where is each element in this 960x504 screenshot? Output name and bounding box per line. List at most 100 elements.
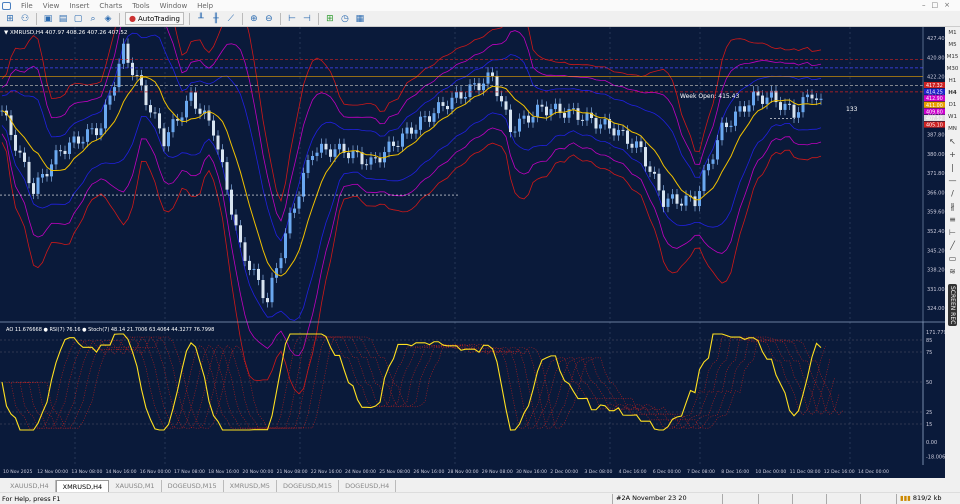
candle-body [504,101,508,110]
menu-tools[interactable]: Tools [132,2,149,10]
indicators-icon[interactable]: ⊞ [324,13,336,25]
templates-icon[interactable]: ▦ [354,13,366,25]
timeframe-m30[interactable]: M30 [947,63,959,75]
line-chart-icon[interactable]: ⟋ [225,13,237,25]
candle-body [747,105,751,112]
price-tag-label: 414.25 [926,90,943,96]
autotrading-button[interactable]: ● AutoTrading [125,12,184,25]
chart-tab[interactable]: XAUUSD,M1 [109,480,162,492]
band-lower [1,127,822,357]
time-axis-label: 25 Nov 08:00 [379,469,410,475]
timeframe-m5[interactable]: M5 [948,39,956,51]
price-chart[interactable]: ▼ XMRUSD,H4 407.97 408.26 407.26 407.52 … [0,0,947,478]
menu-file[interactable]: File [21,2,33,10]
price-axis-label: 359.60 [927,210,945,216]
drawing-tool-icon[interactable]: + [949,148,956,161]
market-watch-icon[interactable]: ▣ [42,13,54,25]
candle-body [293,208,296,213]
timeframe-d1[interactable]: D1 [949,99,957,111]
timeframe-m15[interactable]: M15 [947,51,959,63]
menu-view[interactable]: View [43,2,60,10]
chart-shift-icon[interactable]: ⊢ [286,13,298,25]
candle-body [261,279,265,299]
chart-window[interactable]: ▼ XMRUSD,H4 407.97 408.26 407.26 407.52 … [0,0,947,478]
timeframe-h4[interactable]: H4 [948,87,956,99]
candle-body [581,119,584,121]
candle-body [117,63,121,88]
drawing-tool-icon[interactable]: ↖ [949,135,956,148]
bar-chart-icon[interactable]: ╨ [195,13,207,25]
timeframe-w1[interactable]: W1 [948,111,957,123]
drawing-tool-icon[interactable]: / [951,187,954,200]
drawing-tool-icon[interactable]: ▭ [949,252,957,265]
candle-body [819,98,823,100]
price-axis-label: 352.40 [927,229,945,235]
candle-body [477,83,481,91]
chart-tab[interactable]: DOGEUSD,M15 [162,480,224,492]
drawing-tool-icon[interactable]: ≡ [949,213,956,226]
candle-body [666,198,670,207]
menu-help[interactable]: Help [197,2,213,10]
profiles-icon[interactable]: ⚇ [19,13,31,25]
candle-body [594,118,598,129]
candle-body [338,143,341,150]
menu-window[interactable]: Window [160,2,188,10]
candle-body [158,113,161,129]
candle-body [779,102,782,110]
new-chart-icon[interactable]: ⊞ [4,13,16,25]
drawing-tool-icon[interactable]: | [951,161,954,174]
time-axis-label: 11 Dec 08:00 [790,469,821,475]
chart-tab[interactable]: XAUUSD,H4 [4,480,56,492]
timeframe-mn[interactable]: MN [948,123,957,135]
chart-tab[interactable]: DOGEUSD,M15 [277,480,340,492]
candlestick-icon[interactable]: ╫ [210,13,222,25]
drawing-tool-icon[interactable]: ⊢ [949,226,956,239]
drawing-tool-icon[interactable]: ∦ [951,200,955,213]
candle-body [797,112,800,118]
strategy-tester-icon[interactable]: ◈ [102,13,114,25]
data-window-icon[interactable]: ▤ [57,13,69,25]
timeframe-m1[interactable]: M1 [948,27,956,39]
candle-body [554,103,557,110]
chart-tab[interactable]: XMRUSD,H4 [55,480,110,492]
drawing-tool-icon[interactable]: — [949,174,957,187]
menu-charts[interactable]: Charts [99,2,122,10]
candle-body [171,119,175,133]
candle-body [428,116,431,122]
candle-body [410,127,413,134]
candle-body [302,172,305,197]
chart-tab[interactable]: DOGEUSD,H4 [339,480,397,492]
app-icon [2,1,11,10]
zoom-in-icon[interactable]: ⊕ [248,13,260,25]
candle-body [738,106,742,112]
candle-body [104,104,107,129]
candle-body [329,149,332,157]
drawing-tool-icon[interactable]: ╱ [950,239,955,252]
candle-body [396,145,400,147]
price-axis-label: 324.00 [927,306,945,312]
timeframe-h1[interactable]: H1 [949,75,957,87]
terminal-icon[interactable]: ⌕ [87,13,99,25]
navigator-icon[interactable]: ▢ [72,13,84,25]
chart-tab[interactable]: XMRUSD,M5 [224,480,277,492]
price-axis-label: 380.00 [927,152,945,158]
candle-body [59,150,62,152]
menu-insert[interactable]: Insert [69,2,89,10]
chart-info: ▼ XMRUSD,H4 407.97 408.26 407.26 407.52 [4,30,127,36]
candle-body [248,260,251,270]
time-axis-label: 13 Nov 08:00 [71,469,102,475]
time-axis-label: 12 Dec 16:00 [824,469,855,475]
candle-body [513,131,517,133]
autoscroll-icon[interactable]: ⊣ [301,13,313,25]
candle-body [716,140,719,160]
time-axis-label: 10 Dec 00:00 [755,469,786,475]
candle-body [252,268,256,270]
zoom-out-icon[interactable]: ⊖ [263,13,275,25]
candle-body [369,157,373,165]
candle-body [333,149,337,157]
candle-body [27,161,31,184]
window-controls[interactable]: –□× [922,1,956,9]
candle-body [68,142,71,154]
periods-icon[interactable]: ◷ [339,13,351,25]
drawing-tool-icon[interactable]: ≋ [949,265,956,278]
